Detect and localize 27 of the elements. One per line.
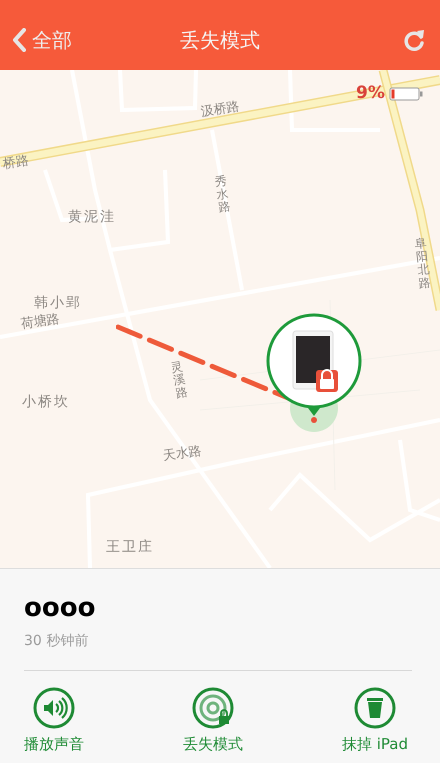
map-place-label: 王卫庄 bbox=[106, 540, 154, 556]
map-place-label: 小桥坎 bbox=[22, 395, 70, 410]
last-seen-time: 30 秒钟前 bbox=[24, 632, 90, 650]
action-button[interactable]: 抹掉 iPad bbox=[342, 687, 408, 754]
map-road-label: 阜阳北路 bbox=[414, 236, 432, 290]
refresh-icon[interactable] bbox=[404, 28, 426, 52]
device-pin-drawing[interactable] bbox=[265, 312, 363, 424]
battery-icon bbox=[389, 87, 423, 101]
map-road-label: 灵溪路 bbox=[170, 360, 189, 401]
map-road-label: 天水路 bbox=[162, 444, 203, 464]
map-road-label: 汲桥路 bbox=[200, 100, 241, 120]
map-road-label: 荷塘路 bbox=[20, 312, 61, 332]
lock-radar-icon bbox=[192, 687, 234, 730]
action-button[interactable]: 播放声音 bbox=[24, 687, 84, 754]
map-road-label: 桥路 bbox=[2, 154, 30, 172]
map-road-label: 秀水路 bbox=[214, 174, 232, 216]
speaker-icon bbox=[33, 687, 75, 730]
chevron-left-icon bbox=[12, 28, 26, 52]
map-place-label: 黄泥洼 bbox=[68, 210, 116, 226]
trash-icon bbox=[354, 687, 396, 730]
action-button[interactable]: 丢失模式 bbox=[182, 687, 243, 754]
back-button[interactable]: 全部 bbox=[8, 24, 76, 56]
nav-title: 丢失模式 bbox=[180, 27, 260, 54]
device-name: oooo bbox=[24, 593, 96, 624]
battery-percentage: 9% bbox=[356, 83, 385, 103]
map-place-label: 韩小郢 bbox=[34, 296, 82, 312]
map[interactable]: 汲桥路 桥路 黄泥洼 秀水路 韩小郢 荷塘路 灵溪路 小桥坎 天水路 王卫庄 阜阳北路 9% bbox=[0, 70, 440, 569]
